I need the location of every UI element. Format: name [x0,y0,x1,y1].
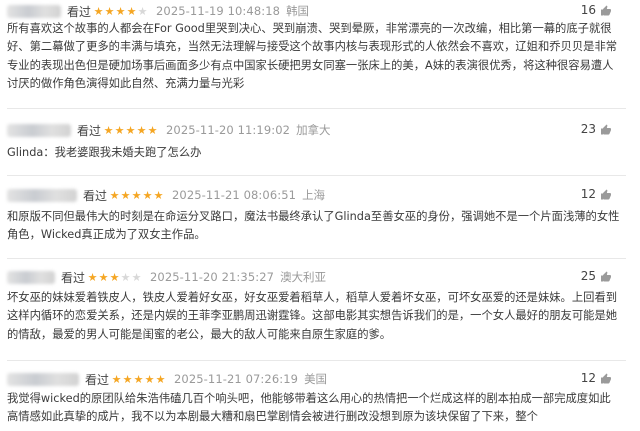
review-date: 2025-11-21 08:06:51 [172,188,297,202]
star-icon: ★ [147,123,158,137]
rating-stars: ★ ★ ★ ★ ★ [109,190,164,201]
star-icon: ★ [144,372,155,386]
watched-label: 看过 [77,123,102,138]
user-avatar-name[interactable] [7,372,79,386]
rating-stars: ★ ★ ★ ★ ★ [103,125,158,136]
user-avatar-name[interactable] [7,270,55,284]
review-item: 看过 ★ ★ ★ ★ ★ 2025-11-20 11:19:02 加拿大 23 Glin… [0,121,640,162]
review-text: 我觉得wicked的原团队给朱浩伟磕几百个响头吧，他能够带着这么用心的热情把一个… [7,392,611,424]
divider [7,175,626,176]
star-icon: ★ [103,123,114,137]
star-icon: ★ [87,270,98,284]
star-icon: ★ [126,4,137,18]
review-header: 看过 ★ ★ ★ ★ ★ 2025-11-21 08:06:51 上海 12 [7,186,626,204]
like-count: 23 [580,122,596,136]
review-text: 和原版不同但最伟大的时刻是在命运分叉路口，魔法书最终承认了Glinda至善女巫的… [7,210,620,242]
thumbs-up-icon[interactable] [600,189,612,201]
like-count: 25 [580,269,596,283]
star-icon: ★ [125,123,136,137]
like-count: 12 [580,187,596,201]
star-icon: ★ [120,270,131,284]
thumbs-up-icon[interactable] [600,5,612,17]
star-icon: ★ [98,270,109,284]
star-icon: ★ [137,4,148,18]
star-icon: ★ [133,372,144,386]
review-date: 2025-11-20 11:19:02 [166,123,291,137]
thumbs-up-icon[interactable] [600,124,612,136]
watched-label: 看过 [67,4,92,19]
star-icon: ★ [122,372,133,386]
user-avatar-name[interactable] [7,4,61,18]
like-count: 12 [580,371,596,385]
review-location: 澳大利亚 [280,270,327,284]
user-avatar-name[interactable] [7,123,71,137]
star-icon: ★ [155,372,166,386]
star-icon: ★ [109,270,120,284]
divider [7,108,626,109]
review-header: 看过 ★ ★ ★ ★ ★ 2025-11-19 10:48:18 韩国 16 [7,2,626,20]
watched-label: 看过 [83,188,108,203]
star-icon: ★ [136,123,147,137]
watched-label: 看过 [61,270,86,285]
review-date: 2025-11-20 21:35:27 [150,270,275,284]
review-text: 所有喜欢这个故事的人都会在For Good里哭到决心、哭到崩溃、哭到晕厥，非常漂… [7,22,618,91]
star-icon: ★ [142,188,153,202]
star-icon: ★ [131,270,142,284]
review-date: 2025-11-21 07:26:19 [174,372,299,386]
star-icon: ★ [104,4,115,18]
review-text: Glinda：我老婆跟我未婚夫跑了怎么办 [7,146,202,159]
review-item: 看过 ★ ★ ★ ★ ★ 2025-11-21 08:06:51 上海 12 和原版不同… [0,186,640,245]
review-header: 看过 ★ ★ ★ ★ ★ 2025-11-21 07:26:19 美国 12 [7,370,626,388]
review-header: 看过 ★ ★ ★ ★ ★ 2025-11-20 21:35:27 澳大利亚 25 [7,268,626,286]
star-icon: ★ [120,188,131,202]
rating-stars: ★ ★ ★ ★ ★ [111,374,166,385]
watched-label: 看过 [85,372,110,387]
divider [7,258,626,259]
review-location: 美国 [304,372,328,386]
review-location: 韩国 [286,4,310,18]
like-count: 16 [580,3,596,17]
review-location: 上海 [302,188,326,202]
thumbs-up-icon[interactable] [600,271,612,283]
review-item: 看过 ★ ★ ★ ★ ★ 2025-11-20 21:35:27 澳大利亚 25 坏女巫… [0,268,640,344]
review-date: 2025-11-19 10:48:18 [156,4,281,18]
thumbs-up-icon[interactable] [600,373,612,385]
star-icon: ★ [114,123,125,137]
star-icon: ★ [109,188,120,202]
review-item: 看过 ★ ★ ★ ★ ★ 2025-11-19 10:48:18 韩国 16 所有喜欢这… [0,2,640,94]
rating-stars: ★ ★ ★ ★ ★ [93,6,148,17]
review-item: 看过 ★ ★ ★ ★ ★ 2025-11-21 07:26:19 美国 12 我觉得wi… [0,370,640,427]
review-header: 看过 ★ ★ ★ ★ ★ 2025-11-20 11:19:02 加拿大 23 [7,121,626,139]
review-location: 加拿大 [296,123,331,137]
divider [7,360,626,361]
star-icon: ★ [93,4,104,18]
star-icon: ★ [115,4,126,18]
star-icon: ★ [111,372,122,386]
user-avatar-name[interactable] [7,188,77,202]
review-text: 坏女巫的妹妹爱着铁皮人，铁皮人爱着好女巫，好女巫爱着稻草人，稻草人爱着坏女巫，可… [7,291,618,341]
star-icon: ★ [131,188,142,202]
rating-stars: ★ ★ ★ ★ ★ [87,272,142,283]
star-icon: ★ [153,188,164,202]
